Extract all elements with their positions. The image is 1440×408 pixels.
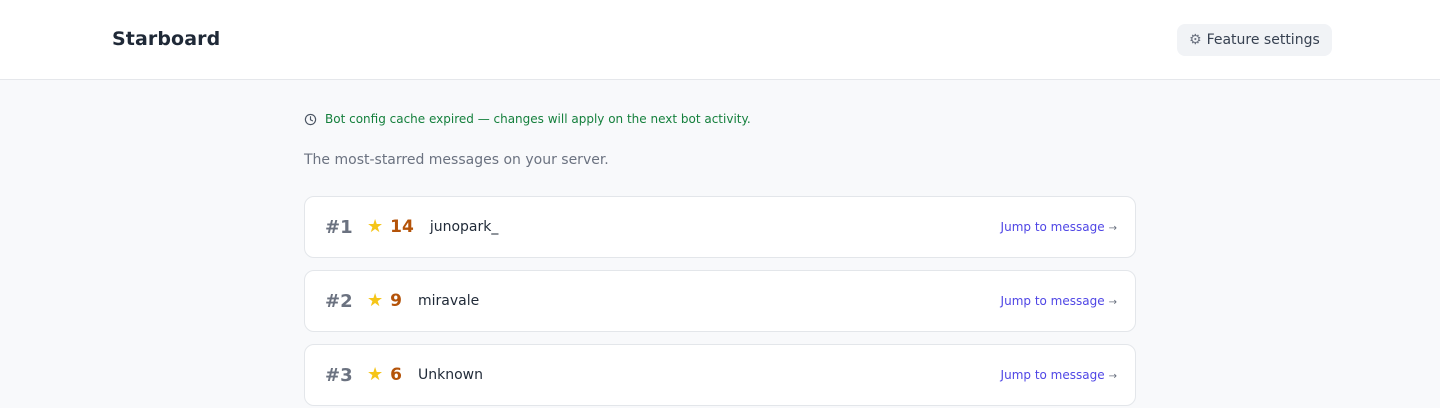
entry-star-count: 9 xyxy=(390,291,402,311)
arrow-right-icon: → xyxy=(1108,223,1117,234)
cache-notice-text: Bot config cache expired — changes will … xyxy=(325,112,751,126)
star-icon: ★ xyxy=(367,216,384,237)
jump-link-label: Jump to message xyxy=(1000,294,1105,308)
entry-rank: #3 xyxy=(325,364,353,386)
entry-author: junopark_ xyxy=(429,219,499,235)
entry-rank: #1 xyxy=(325,216,353,238)
jump-to-message-link[interactable]: Jump to message → xyxy=(1001,220,1117,234)
entry-rank: #2 xyxy=(325,290,353,312)
arrow-right-icon: → xyxy=(1108,371,1117,382)
starboard-entry: #2 ★ 9 miravale Jump to message → xyxy=(304,270,1136,332)
feature-settings-label: Feature settings xyxy=(1206,32,1320,48)
feature-settings-button[interactable]: ⚙ Feature settings xyxy=(1177,24,1332,56)
jump-link-label: Jump to message xyxy=(1000,368,1105,382)
entry-author: miravale xyxy=(417,293,480,309)
cache-notice: Bot config cache expired — changes will … xyxy=(304,112,751,126)
page-subtitle: The most-starred messages on your server… xyxy=(304,152,609,168)
entry-star-count: 6 xyxy=(390,365,402,385)
arrow-right-icon: → xyxy=(1108,297,1117,308)
jump-link-label: Jump to message xyxy=(1000,220,1105,234)
page-title: Starboard xyxy=(112,28,221,50)
entry-star-count: 14 xyxy=(390,217,414,237)
clock-icon xyxy=(304,113,317,125)
star-icon: ★ xyxy=(367,364,384,385)
star-icon: ★ xyxy=(367,290,384,311)
jump-to-message-link[interactable]: Jump to message → xyxy=(1001,368,1117,382)
starboard-entry: #1 ★ 14 junopark_ Jump to message → xyxy=(304,196,1136,258)
starboard-entry: #3 ★ 6 Unknown Jump to message → xyxy=(304,344,1136,406)
top-bar: Starboard ⚙ Feature settings xyxy=(0,0,1440,80)
gear-icon: ⚙ xyxy=(1189,32,1202,48)
jump-to-message-link[interactable]: Jump to message → xyxy=(1001,294,1117,308)
entry-author: Unknown xyxy=(417,367,483,383)
